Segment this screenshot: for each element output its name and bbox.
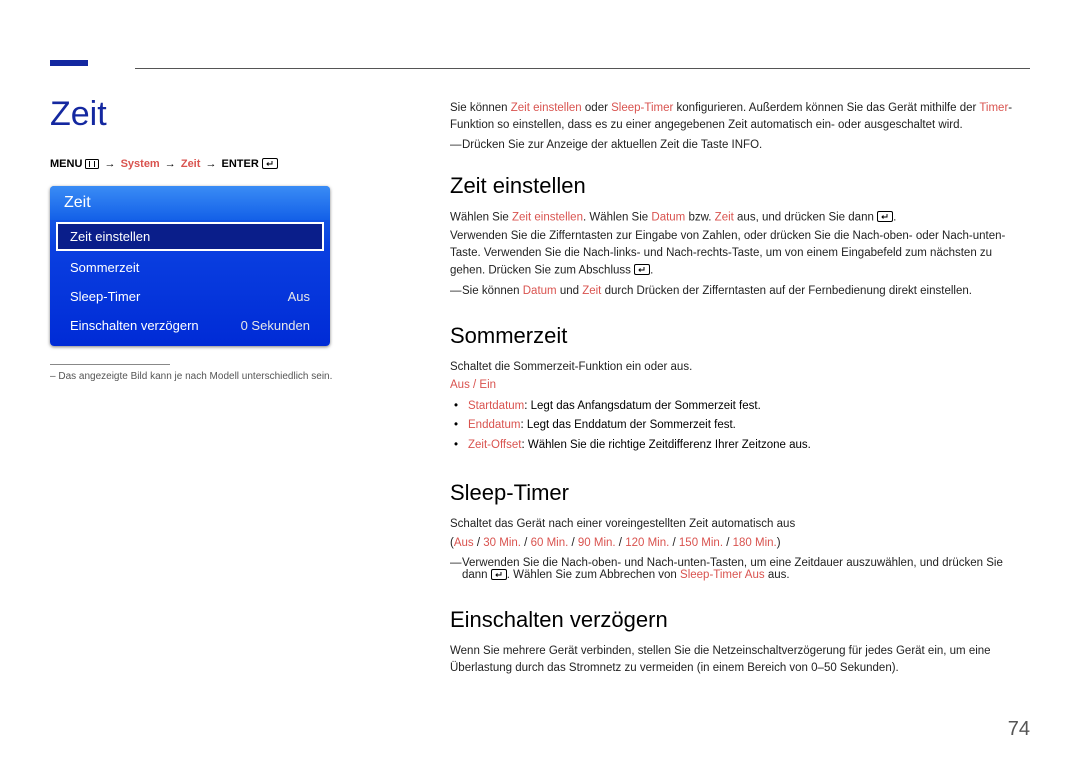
- breadcrumb-menu: MENU: [50, 158, 82, 170]
- note-dash-icon: ―: [450, 557, 462, 581]
- osd-item-label: Sommerzeit: [70, 260, 139, 275]
- section-heading-einschalten-verzoegern: Einschalten verzögern: [450, 607, 1030, 633]
- list-item: Startdatum: Legt das Anfangsdatum der So…: [468, 398, 1030, 415]
- sleep-timer-p1: Schaltet das Gerät nach einer voreingest…: [450, 516, 1030, 533]
- sommerzeit-options: Aus / Ein: [450, 377, 1030, 394]
- osd-item-value: Aus: [288, 289, 310, 304]
- sommerzeit-p1: Schaltet die Sommerzeit-Funktion ein ode…: [450, 359, 1030, 376]
- sommerzeit-bullets: Startdatum: Legt das Anfangsdatum der So…: [450, 398, 1030, 454]
- intro-paragraph: Sie können Zeit einstellen oder Sleep-Ti…: [450, 100, 1030, 133]
- list-item: Zeit-Offset: Wählen Sie die richtige Zei…: [468, 437, 1030, 454]
- breadcrumb-arrow: →: [105, 158, 116, 170]
- breadcrumb: MENU → System → Zeit → ENTER: [50, 158, 340, 170]
- menu-button-icon: [85, 158, 99, 170]
- zeit-einstellen-note: ― Sie können Datum und Zeit durch Drücke…: [450, 285, 1030, 297]
- enter-button-icon: [877, 209, 893, 226]
- sleep-timer-options: (Aus / 30 Min. / 60 Min. / 90 Min. / 120…: [450, 535, 1030, 552]
- header-rule: [135, 68, 1030, 69]
- osd-item-zeit-einstellen[interactable]: Zeit einstellen: [56, 222, 324, 251]
- intro-note: ― Drücken Sie zur Anzeige der aktuellen …: [450, 139, 1030, 151]
- osd-item-label: Sleep-Timer: [70, 289, 140, 304]
- breadcrumb-system: System: [121, 158, 160, 170]
- list-item: Enddatum: Legt das Enddatum der Sommerze…: [468, 417, 1030, 434]
- zeit-einstellen-p2: Verwenden Sie die Zifferntasten zur Eing…: [450, 228, 1030, 278]
- osd-item-einschalten-verzoegern[interactable]: Einschalten verzögern 0 Sekunden: [56, 311, 324, 340]
- page-title: Zeit: [50, 95, 340, 134]
- image-footnote: – Das angezeigte Bild kann je nach Model…: [50, 371, 340, 382]
- enter-button-icon: [491, 569, 507, 581]
- breadcrumb-enter: ENTER: [222, 158, 259, 170]
- osd-menu-header: Zeit: [50, 186, 330, 220]
- footnote-separator: [50, 364, 170, 365]
- breadcrumb-zeit: Zeit: [181, 158, 201, 170]
- header-accent-bar: [50, 60, 88, 66]
- intro-note-text: Drücken Sie zur Anzeige der aktuellen Ze…: [462, 139, 762, 151]
- zeit-einstellen-p1: Wählen Sie Zeit einstellen. Wählen Sie D…: [450, 209, 1030, 226]
- einschalten-p1: Wenn Sie mehrere Gerät verbinden, stelle…: [450, 643, 1030, 676]
- breadcrumb-arrow: →: [205, 158, 216, 170]
- enter-button-icon: [262, 158, 278, 170]
- osd-item-value: 0 Sekunden: [241, 318, 310, 333]
- osd-item-sleep-timer[interactable]: Sleep-Timer Aus: [56, 282, 324, 311]
- sleep-timer-note: ― Verwenden Sie die Nach-oben- und Nach-…: [450, 557, 1030, 581]
- enter-button-icon: [634, 262, 650, 279]
- osd-item-label: Zeit einstellen: [70, 229, 150, 244]
- note-dash-icon: ―: [450, 139, 462, 151]
- breadcrumb-arrow: →: [165, 158, 176, 170]
- page-number: 74: [1008, 718, 1030, 741]
- osd-item-sommerzeit[interactable]: Sommerzeit: [56, 253, 324, 282]
- osd-menu-panel: Zeit Zeit einstellen Sommerzeit Sleep-Ti…: [50, 186, 330, 346]
- section-heading-zeit-einstellen: Zeit einstellen: [450, 173, 1030, 199]
- section-heading-sommerzeit: Sommerzeit: [450, 323, 1030, 349]
- section-heading-sleep-timer: Sleep-Timer: [450, 480, 1030, 506]
- note-dash-icon: ―: [450, 285, 462, 297]
- footnote-text: Das angezeigte Bild kann je nach Modell …: [58, 371, 332, 382]
- osd-item-label: Einschalten verzögern: [70, 318, 199, 333]
